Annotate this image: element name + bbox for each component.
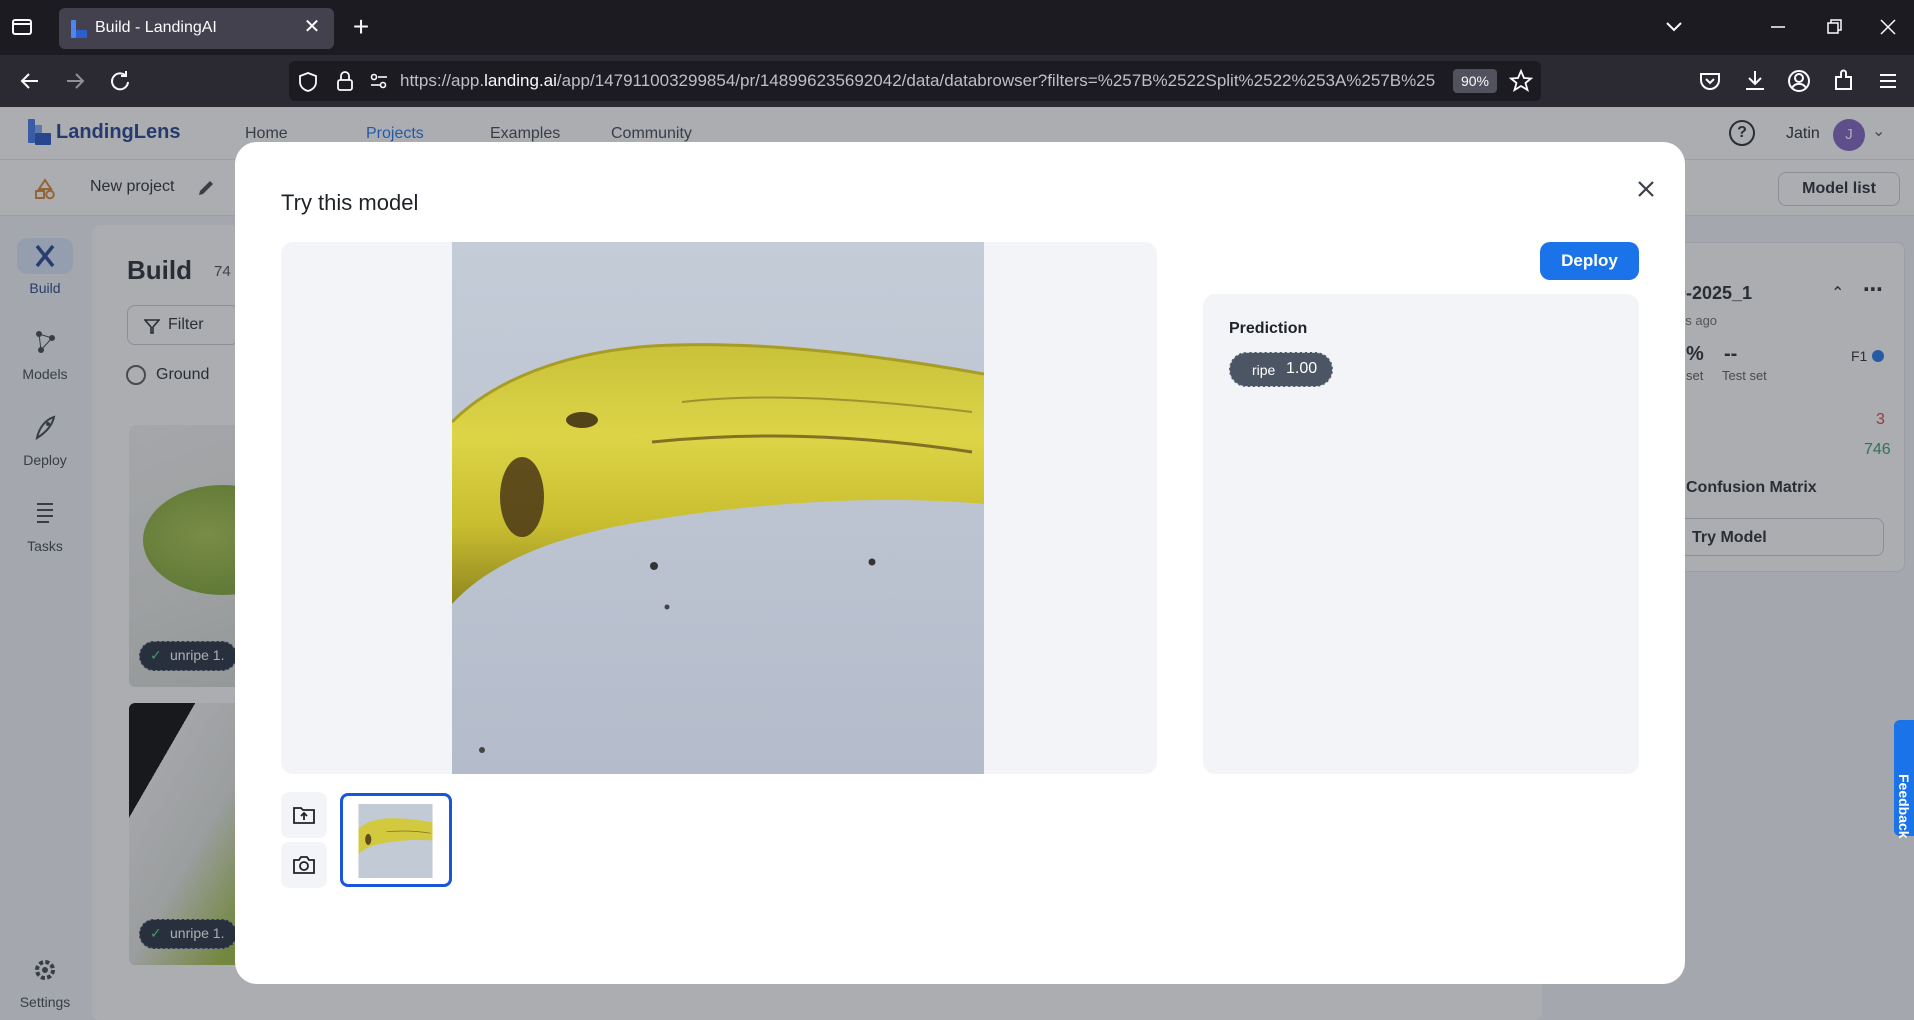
selected-image-thumbnail[interactable] xyxy=(340,793,452,887)
banana-thumbnail-image xyxy=(358,804,433,878)
site-permissions-icon[interactable] xyxy=(369,72,389,90)
feedback-label: Feedback xyxy=(1896,774,1912,839)
shield-icon[interactable] xyxy=(298,71,318,93)
browser-nav-bar: https://app.landing.ai/app/1479110032998… xyxy=(0,55,1914,107)
prediction-score: 1.00 xyxy=(1286,360,1318,377)
tab-overflow-chevron-icon[interactable] xyxy=(1659,12,1691,42)
tab-list-icon[interactable] xyxy=(10,15,38,41)
prediction-title: Prediction xyxy=(1229,320,1308,337)
tab-close-icon[interactable]: ✕ xyxy=(300,15,324,39)
image-viewer[interactable] xyxy=(281,242,1157,774)
downloads-icon[interactable] xyxy=(1741,67,1769,95)
feedback-tab[interactable]: Feedback xyxy=(1894,720,1914,839)
browser-tab-bar: Build - LandingAI ✕ + xyxy=(0,0,1914,55)
restore-icon[interactable] xyxy=(1819,12,1851,42)
back-arrow-icon[interactable] xyxy=(16,67,44,95)
reload-icon[interactable] xyxy=(106,67,134,95)
minimize-icon[interactable] xyxy=(1763,12,1795,42)
zoom-level-badge[interactable]: 90% xyxy=(1453,69,1497,93)
bookmark-star-icon[interactable] xyxy=(1509,69,1533,93)
menu-hamburger-icon[interactable] xyxy=(1874,67,1902,95)
lock-icon[interactable] xyxy=(336,70,354,92)
banana-image xyxy=(452,242,984,774)
landingai-favicon-icon xyxy=(71,20,87,38)
tab-title: Build - LandingAI xyxy=(95,19,217,36)
deploy-button[interactable]: Deploy xyxy=(1540,242,1639,280)
folder-upload-icon xyxy=(293,807,315,824)
prediction-chip: ripe 1.00 xyxy=(1229,352,1333,387)
try-model-dialog: Try this model Deploy Prediction ripe 1.… xyxy=(235,142,1685,984)
window-close-icon[interactable] xyxy=(1873,12,1905,42)
account-icon[interactable] xyxy=(1785,67,1813,95)
address-bar[interactable]: https://app.landing.ai/app/1479110032998… xyxy=(289,61,1541,101)
camera-icon xyxy=(293,856,315,874)
close-icon[interactable] xyxy=(1629,172,1663,206)
upload-image-button[interactable] xyxy=(281,792,327,838)
extensions-icon[interactable] xyxy=(1830,67,1858,95)
browser-tab-active[interactable]: Build - LandingAI ✕ xyxy=(59,8,334,49)
prediction-panel: Prediction ripe 1.00 xyxy=(1203,294,1639,774)
new-tab-icon[interactable]: + xyxy=(346,13,376,43)
pocket-icon[interactable] xyxy=(1696,67,1724,95)
modal-title: Try this model xyxy=(281,190,419,215)
camera-capture-button[interactable] xyxy=(281,842,327,888)
url-text[interactable]: https://app.landing.ai/app/1479110032998… xyxy=(400,71,1435,91)
forward-arrow-icon[interactable] xyxy=(61,67,89,95)
prediction-label: ripe xyxy=(1252,362,1276,378)
